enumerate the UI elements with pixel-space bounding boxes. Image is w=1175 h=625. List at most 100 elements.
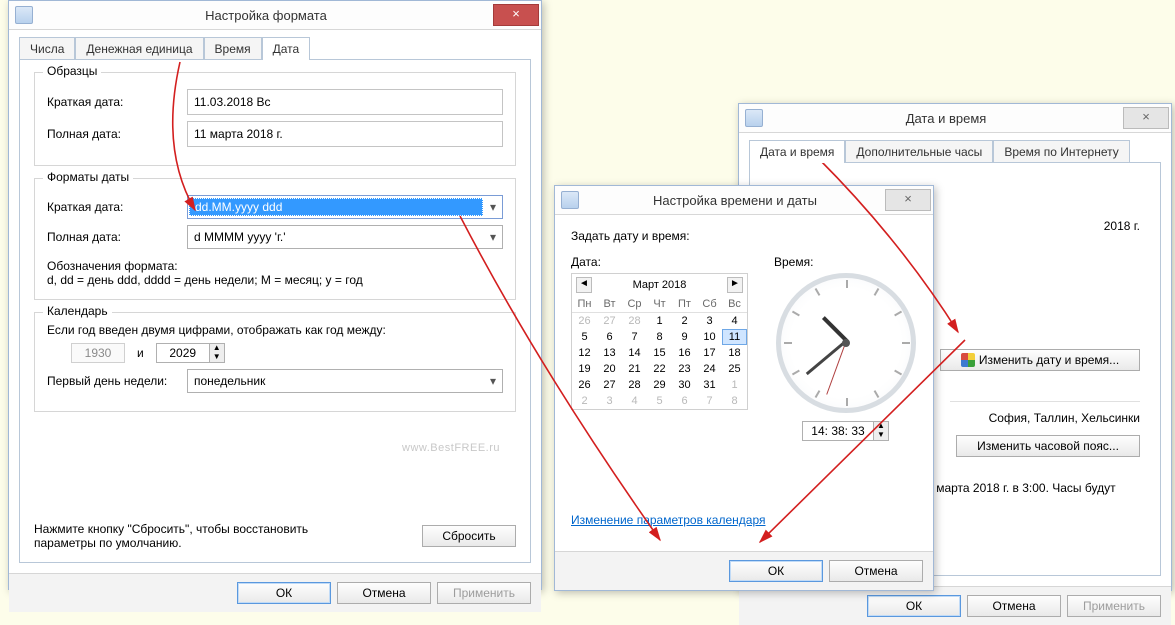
tab-body: Образцы Краткая дата: 11.03.2018 Вс Полн… [19, 59, 531, 563]
calendar-day[interactable]: 16 [672, 345, 697, 361]
calendar-day[interactable]: 1 [722, 377, 747, 393]
calendar-dow: Вс [722, 296, 747, 313]
calendar-day[interactable]: 15 [647, 345, 672, 361]
cancel-button[interactable]: Отмена [829, 560, 923, 582]
calendar-day[interactable]: 27 [597, 377, 622, 393]
calendar-day[interactable]: 14 [622, 345, 647, 361]
calendar-day[interactable]: 5 [647, 393, 672, 409]
cancel-button[interactable]: Отмена [337, 582, 431, 604]
year-from-input [72, 344, 124, 362]
footer: ОК Отмена Применить [739, 586, 1171, 625]
tab-additional-clocks[interactable]: Дополнительные часы [845, 140, 993, 163]
calendar-day[interactable]: 17 [697, 345, 722, 361]
calendar-day[interactable]: 25 [722, 361, 747, 377]
calendar-dow: Ср [622, 296, 647, 313]
tab-time[interactable]: Время [204, 37, 262, 60]
reset-hint: Нажмите кнопку "Сбросить", чтобы восстан… [34, 522, 334, 550]
spin-down-icon[interactable]: ▼ [209, 353, 224, 362]
close-button[interactable]: × [493, 4, 539, 26]
calendar-day[interactable]: 26 [572, 377, 597, 393]
window-format-settings: Настройка формата × Числа Денежная едини… [8, 0, 542, 590]
long-date-sample: 11 марта 2018 г. [187, 121, 503, 147]
calendar-day[interactable]: 18 [722, 345, 747, 361]
calendar-dow: Пн [572, 296, 597, 313]
tab-currency[interactable]: Денежная единица [75, 37, 203, 60]
change-timezone-label: Изменить часовой пояс... [977, 439, 1119, 453]
time-input[interactable] [803, 422, 873, 440]
titlebar[interactable]: Настройка формата × [9, 1, 541, 30]
calendar-day[interactable]: 21 [622, 361, 647, 377]
next-month-button[interactable]: ► [727, 277, 743, 293]
calendar-day[interactable]: 2 [672, 313, 697, 329]
calendar-day[interactable]: 31 [697, 377, 722, 393]
group-date-formats: Форматы даты Краткая дата: dd.MM.yyyy dd… [34, 178, 516, 300]
chevron-down-icon[interactable]: ▾ [484, 200, 502, 214]
calendar-day[interactable]: 13 [597, 345, 622, 361]
spin-down-icon[interactable]: ▼ [873, 431, 888, 440]
chevron-down-icon[interactable]: ▾ [484, 374, 502, 388]
change-timezone-button[interactable]: Изменить часовой пояс... [956, 435, 1140, 457]
ok-button[interactable]: ОК [237, 582, 331, 604]
apply-button[interactable]: Применить [437, 582, 531, 604]
calendar-day[interactable]: 23 [672, 361, 697, 377]
calendar-day[interactable]: 27 [597, 313, 622, 329]
calendar-day[interactable]: 3 [597, 393, 622, 409]
tab-numbers[interactable]: Числа [19, 37, 75, 60]
calendar-day[interactable]: 8 [722, 393, 747, 409]
year-to-spinner[interactable]: ▲ ▼ [156, 343, 225, 363]
calendar-dow: Чт [647, 296, 672, 313]
calendar-day[interactable]: 30 [672, 377, 697, 393]
calendar-day[interactable]: 7 [622, 329, 647, 345]
apply-button[interactable]: Применить [1067, 595, 1161, 617]
calendar-day[interactable]: 29 [647, 377, 672, 393]
calendar-day[interactable]: 24 [697, 361, 722, 377]
calendar-day[interactable]: 2 [572, 393, 597, 409]
chevron-down-icon[interactable]: ▾ [484, 230, 502, 244]
divider [950, 401, 1140, 403]
calendar-day[interactable]: 12 [572, 345, 597, 361]
reset-button[interactable]: Сбросить [422, 525, 516, 547]
calendar-day[interactable]: 10 [697, 329, 722, 345]
calendar-day[interactable]: 26 [572, 313, 597, 329]
calendar-day[interactable]: 11 [722, 329, 747, 345]
prev-month-button[interactable]: ◄ [576, 277, 592, 293]
calendar-day[interactable]: 6 [672, 393, 697, 409]
calendar[interactable]: ◄ Март 2018 ► ПнВтСрЧтПтСбВс 26272812345… [571, 273, 748, 410]
change-date-time-button[interactable]: Изменить дату и время... [940, 349, 1140, 371]
titlebar[interactable]: Настройка времени и даты × [555, 186, 933, 215]
long-date-combo[interactable]: d MMMM yyyy 'г.' ▾ [187, 225, 503, 249]
calendar-day[interactable]: 9 [672, 329, 697, 345]
calendar-day[interactable]: 6 [597, 329, 622, 345]
short-date-combo[interactable]: dd.MM.yyyy ddd ▾ [187, 195, 503, 219]
timezone-fragment: София, Таллин, Хельсинки [940, 411, 1140, 425]
calendar-day[interactable]: 4 [722, 313, 747, 329]
calendar-month: Март 2018 [633, 279, 687, 291]
tab-date[interactable]: Дата [262, 37, 311, 60]
calendar-day[interactable]: 3 [697, 313, 722, 329]
tab-internet-time[interactable]: Время по Интернету [993, 140, 1129, 163]
close-button[interactable]: × [885, 189, 931, 211]
first-day-combo[interactable]: понедельник ▾ [187, 369, 503, 393]
calendar-day[interactable]: 20 [597, 361, 622, 377]
date-label: Дата: [571, 255, 746, 269]
calendar-day[interactable]: 8 [647, 329, 672, 345]
calendar-day[interactable]: 1 [647, 313, 672, 329]
calendar-day[interactable]: 19 [572, 361, 597, 377]
time-spinner[interactable]: ▲ ▼ [802, 421, 889, 441]
calendar-day[interactable]: 7 [697, 393, 722, 409]
calendar-day[interactable]: 28 [622, 313, 647, 329]
tab-date-time[interactable]: Дата и время [749, 140, 845, 163]
titlebar[interactable]: Дата и время × [739, 104, 1171, 133]
cancel-button[interactable]: Отмена [967, 595, 1061, 617]
year-to-input[interactable] [157, 344, 209, 362]
ok-button[interactable]: ОК [729, 560, 823, 582]
calendar-day[interactable]: 5 [572, 329, 597, 345]
time-label: Время: [774, 255, 917, 269]
calendar-settings-link[interactable]: Изменение параметров календаря [571, 513, 766, 527]
close-button[interactable]: × [1123, 107, 1169, 129]
calendar-day[interactable]: 28 [622, 377, 647, 393]
ok-button[interactable]: ОК [867, 595, 961, 617]
body: Задать дату и время: Дата: ◄ Март 2018 ►… [555, 215, 933, 527]
calendar-day[interactable]: 22 [647, 361, 672, 377]
calendar-day[interactable]: 4 [622, 393, 647, 409]
